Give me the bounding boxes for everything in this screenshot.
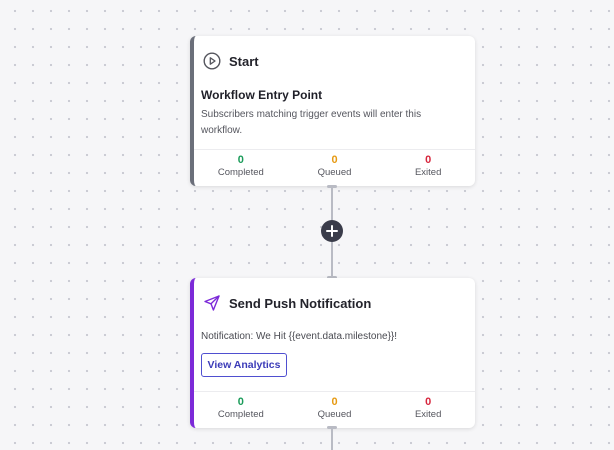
connector-handle[interactable] [327,185,337,188]
add-step-button[interactable] [321,220,343,242]
start-node-stats: 0 Completed 0 Queued 0 Exited [194,149,475,186]
queued-count: 0 [331,154,338,166]
connector-line [331,428,333,450]
exited-label: Exited [414,409,442,420]
push-notification-node-card[interactable]: Send Push Notification Notification: We … [190,278,475,428]
view-analytics-button[interactable]: View Analytics [201,353,287,377]
queued-count: 0 [331,396,338,408]
exited-count: 0 [425,154,432,166]
completed-label: Completed [217,409,264,420]
start-node-card[interactable]: Start Workflow Entry Point Subscribers m… [190,36,475,186]
queued-label: Queued [317,409,352,420]
push-node-stats: 0 Completed 0 Queued 0 Exited [194,391,475,428]
entry-point-title: Workflow Entry Point [201,88,323,102]
play-circle-icon [203,52,221,70]
plus-icon [326,225,338,237]
stat-exited: 0 Exited [381,150,475,186]
notification-text: Notification: We Hit {{event.data.milest… [201,331,398,342]
push-node-header: Send Push Notification [203,292,475,314]
start-node-title: Start [229,53,259,69]
send-icon [203,294,221,312]
exited-count: 0 [425,396,432,408]
completed-label: Completed [217,167,264,178]
stat-queued: 0 Queued [288,392,382,428]
completed-count: 0 [237,154,244,166]
exited-label: Exited [414,167,442,178]
entry-point-description: Subscribers matching trigger events will… [201,109,422,136]
start-node-header: Start [203,50,475,72]
queued-label: Queued [317,167,352,178]
push-node-title: Send Push Notification [229,295,372,311]
stat-exited: 0 Exited [381,392,475,428]
connector-line [331,242,333,278]
stat-completed: 0 Completed [194,150,288,186]
completed-count: 0 [237,396,244,408]
stat-completed: 0 Completed [194,392,288,428]
stat-queued: 0 Queued [288,150,382,186]
connector-line [331,186,333,220]
